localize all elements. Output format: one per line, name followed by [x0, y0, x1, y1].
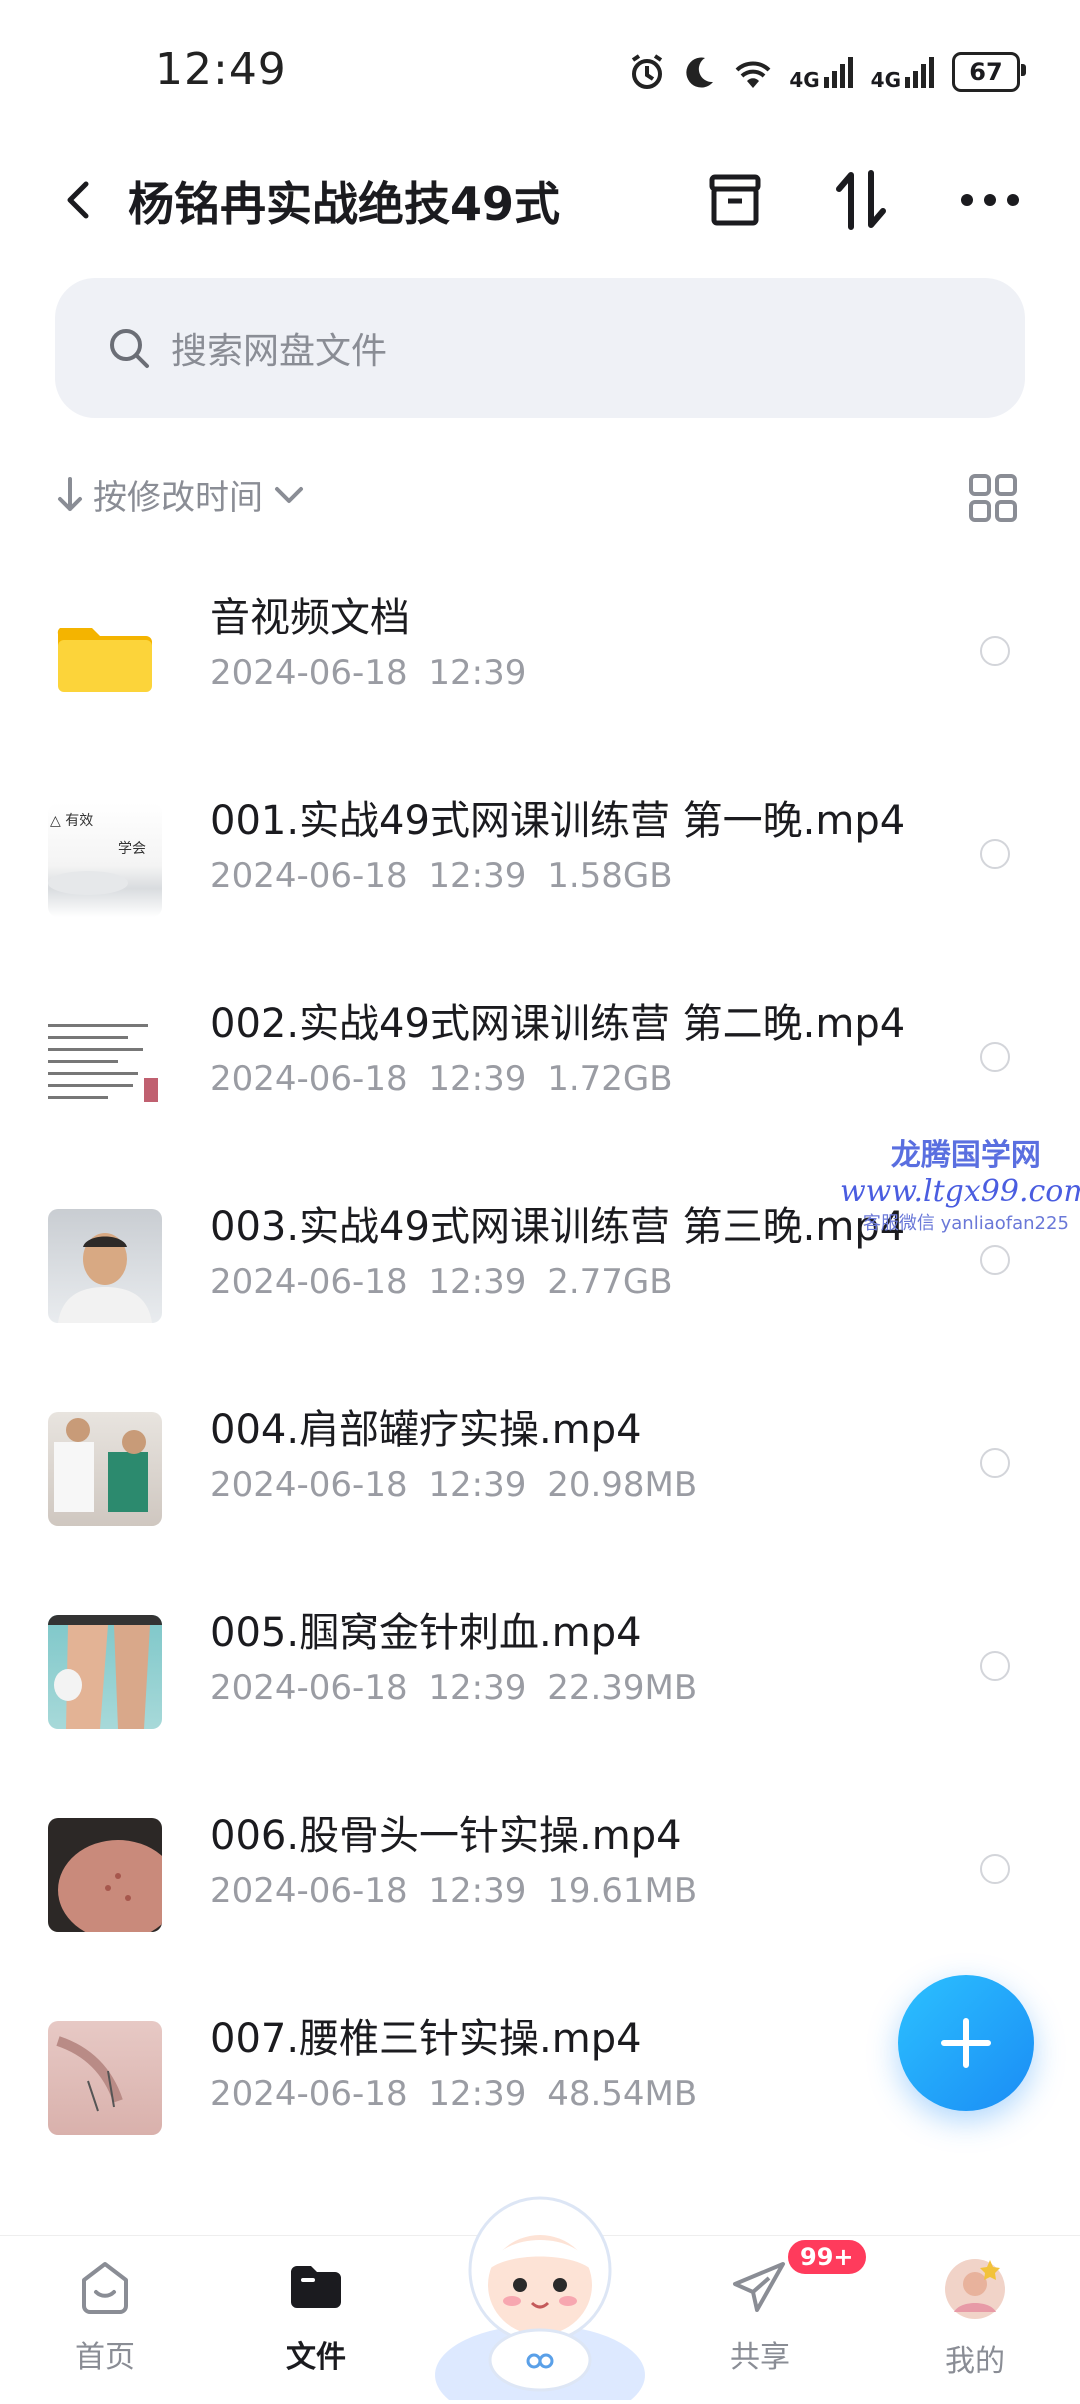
chevron-down-icon — [275, 486, 303, 503]
video-thumbnail — [48, 1412, 162, 1526]
nav-share-label: 共享 — [730, 2340, 790, 2375]
svg-text:△ 有效: △ 有效 — [50, 813, 93, 829]
select-radio[interactable] — [980, 1042, 1010, 1072]
nav-files[interactable]: 文件 — [246, 2256, 386, 2376]
signal-icon — [823, 57, 853, 88]
file-name: 001.实战49式网课训练营 第一晚.mp4 — [210, 798, 906, 844]
file-list: 音视频文档 2024-06-18 12:39 △ 有效学会 001.实战49式网… — [0, 555, 1080, 2179]
grid-view-button[interactable] — [965, 470, 1025, 530]
paper-plane-icon — [733, 2262, 785, 2312]
video-thumbnail: △ 有效学会 — [48, 803, 162, 917]
sort-label: 按修改时间 — [93, 478, 263, 518]
assistant-mascot-button[interactable] — [430, 2175, 650, 2404]
svg-text:学会: 学会 — [118, 841, 146, 857]
status-icons: 4G 4G 67 — [627, 44, 1026, 100]
more-button[interactable] — [955, 165, 1025, 235]
video-thumbnail — [48, 1006, 162, 1120]
signal-1: 4G — [789, 55, 856, 90]
select-radio[interactable] — [980, 1651, 1010, 1681]
watermark: 龙腾国学网 www.ltgx99.com 客服微信 yanliaofan225 — [840, 1130, 1080, 1235]
wifi-icon — [735, 61, 771, 88]
header: 杨铭冉实战绝技49式 — [0, 140, 1080, 270]
search-input[interactable]: 搜索网盘文件 — [55, 278, 1025, 418]
archive-icon — [709, 174, 761, 226]
select-radio[interactable] — [980, 1448, 1010, 1478]
file-meta: 2024-06-18 12:39 19.61MB — [210, 1871, 698, 1911]
grid-icon — [969, 474, 1017, 522]
sort-dropdown[interactable]: 按修改时间 — [55, 470, 1025, 519]
file-name: 007.腰椎三针实操.mp4 — [210, 2016, 642, 2062]
file-meta: 2024-06-18 12:39 1.58GB — [210, 856, 673, 896]
file-meta: 2024-06-18 12:39 48.54MB — [210, 2074, 698, 2114]
file-name: 音视频文档 — [210, 595, 410, 641]
nav-mine[interactable]: 我的 — [905, 2256, 1045, 2380]
sort-arrows-icon — [836, 170, 886, 230]
home-icon — [82, 2262, 128, 2314]
nav-home[interactable]: 首页 — [35, 2256, 175, 2376]
watermark-line-3: 客服微信 yanliaofan225 — [862, 1213, 1069, 1234]
watermark-line-1: 龙腾国学网 — [890, 1138, 1041, 1173]
file-meta: 2024-06-18 12:39 — [210, 653, 527, 693]
file-name: 006.股骨头一针实操.mp4 — [210, 1813, 682, 1859]
file-meta: 2024-06-18 12:39 2.77GB — [210, 1262, 673, 1302]
nav-home-label: 首页 — [75, 2340, 135, 2375]
avatar — [945, 2259, 1005, 2319]
list-item[interactable]: 005.腘窝金针刺血.mp4 2024-06-18 12:39 22.39MB — [0, 1570, 1080, 1773]
sort-button[interactable] — [826, 165, 896, 235]
list-item[interactable]: 音视频文档 2024-06-18 12:39 — [0, 555, 1080, 758]
status-bar: 12:49 4G 4G 67 — [0, 0, 1080, 140]
list-item[interactable]: 004.肩部罐疗实操.mp4 2024-06-18 12:39 20.98MB — [0, 1367, 1080, 1570]
chevron-left-icon — [67, 181, 89, 219]
file-name: 005.腘窝金针刺血.mp4 — [210, 1610, 642, 1656]
select-radio[interactable] — [980, 1854, 1010, 1884]
select-radio[interactable] — [980, 1245, 1010, 1275]
plus-icon — [941, 2018, 991, 2068]
list-item[interactable]: △ 有效学会 001.实战49式网课训练营 第一晚.mp4 2024-06-18… — [0, 758, 1080, 961]
folder-icon — [48, 600, 162, 714]
signal-icon — [905, 57, 934, 88]
search-icon — [110, 329, 149, 368]
back-button[interactable] — [50, 170, 110, 230]
signal-2: 4G — [871, 55, 938, 90]
search-placeholder: 搜索网盘文件 — [171, 331, 388, 372]
sort-row: 按修改时间 — [55, 470, 1025, 530]
alarm-icon — [632, 54, 663, 89]
archive-button[interactable] — [700, 165, 770, 235]
file-meta: 2024-06-18 12:39 20.98MB — [210, 1465, 698, 1505]
video-thumbnail — [48, 1615, 162, 1729]
arrow-down-icon — [58, 476, 82, 511]
battery-indicator: 67 — [952, 52, 1026, 92]
file-name: 002.实战49式网课训练营 第二晚.mp4 — [210, 1001, 906, 1047]
status-time: 12:49 — [155, 44, 287, 95]
file-meta: 2024-06-18 12:39 22.39MB — [210, 1668, 698, 1708]
list-item[interactable]: 006.股骨头一针实操.mp4 2024-06-18 12:39 19.61MB — [0, 1773, 1080, 1976]
more-icon — [961, 194, 1019, 206]
file-name: 004.肩部罐疗实操.mp4 — [210, 1407, 642, 1453]
video-thumbnail — [48, 1818, 162, 1932]
video-thumbnail — [48, 2021, 162, 2135]
page-title: 杨铭冉实战绝技49式 — [128, 177, 561, 231]
add-button[interactable] — [898, 1975, 1034, 2111]
file-meta: 2024-06-18 12:39 1.72GB — [210, 1059, 673, 1099]
video-thumbnail — [48, 1209, 162, 1323]
nav-mine-label: 我的 — [945, 2344, 1005, 2379]
file-name: 003.实战49式网课训练营 第三晚.mp4 — [210, 1204, 906, 1250]
share-badge: 99+ — [785, 2237, 869, 2277]
select-radio[interactable] — [980, 636, 1010, 666]
moon-icon — [686, 57, 714, 88]
select-radio[interactable] — [980, 839, 1010, 869]
nav-files-label: 文件 — [286, 2340, 346, 2375]
watermark-line-2: www.ltgx99.com — [840, 1174, 1080, 1209]
folder-icon — [291, 2266, 341, 2308]
